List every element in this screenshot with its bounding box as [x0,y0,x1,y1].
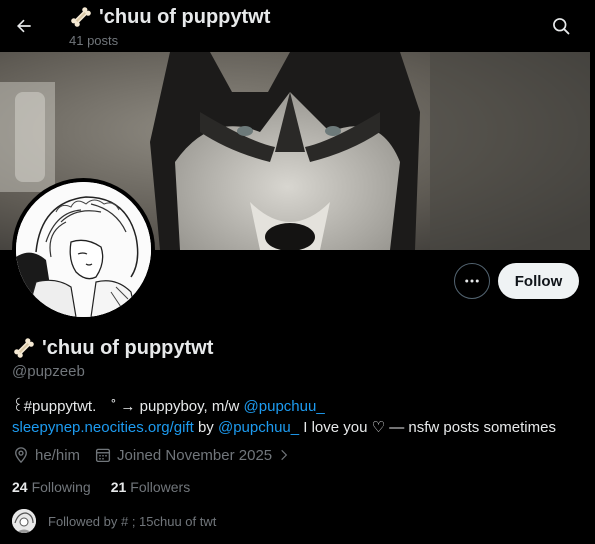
search-button[interactable] [545,10,577,42]
chevron-right-icon [281,449,288,461]
top-bar: 'chuu of puppytwt 41 posts [0,0,595,52]
followed-by-text: Followed by # ; 15chuu of twt [48,513,217,529]
display-name-row: 'chuu of puppytwt [12,336,213,360]
followers-label: Followers [130,479,191,495]
profile-bio: ꒰#puppytwt. ˚ → puppyboy, m/w @pupchuu_ … [12,396,582,438]
header-title: 'chuu of puppytwt [99,5,271,28]
search-icon [553,18,570,35]
location-pin-icon [15,447,27,464]
followers-link[interactable]: 21 Followers [111,479,190,495]
following-link[interactable]: 24 Following [12,479,91,495]
bio-line-2: sleepynep.neocities.org/gift by @pupchuu… [12,417,582,438]
more-options-button[interactable] [454,263,490,299]
bio-line-1: ꒰#puppytwt. ˚ → puppyboy, m/w @pupchuu_ [12,396,582,417]
scrollbar[interactable] [590,52,595,544]
follow-button[interactable]: Follow [498,263,579,299]
bio-text: by [193,419,218,436]
following-count: 24 [12,479,28,495]
avatar-image [16,182,151,317]
profile-meta: he/him Joined November 2025 [12,446,305,464]
bio-text: ꒰#puppytwt. ˚ → puppyboy, m/w [12,398,244,415]
follower-avatar [12,509,36,533]
pronouns-text: he/him [35,446,81,464]
bio-url-link[interactable]: sleepynep.neocities.org/gift [12,419,194,436]
bio-text: I love you ♡ — nsfw posts sometimes [299,419,556,436]
pronouns: he/him [12,446,80,464]
calendar-icon [95,448,111,463]
join-date[interactable]: Joined November 2025 [94,446,291,464]
followed-by[interactable]: Followed by # ; 15chuu of twt [12,509,216,533]
bone-emoji [71,7,91,27]
bio-mention-link[interactable]: @pupchuu_ [218,419,299,436]
header-title-row: 'chuu of puppytwt [69,5,270,29]
join-date-text: Joined November 2025 [117,446,273,464]
user-handle: @pupzeeb [12,363,85,380]
profile-avatar[interactable] [12,178,155,321]
bio-mention-link[interactable]: @pupchuu_ [244,398,325,415]
more-icon [465,279,479,283]
bone-emoji [14,338,34,358]
post-count: 41 posts [69,33,119,48]
followers-count: 21 [110,479,127,495]
back-button[interactable] [8,10,40,42]
following-label: Following [31,479,91,495]
arrow-left-icon [17,19,31,33]
follow-counts: 24 Following 21 Followers [12,479,210,495]
display-name: 'chuu of puppytwt [42,336,214,359]
